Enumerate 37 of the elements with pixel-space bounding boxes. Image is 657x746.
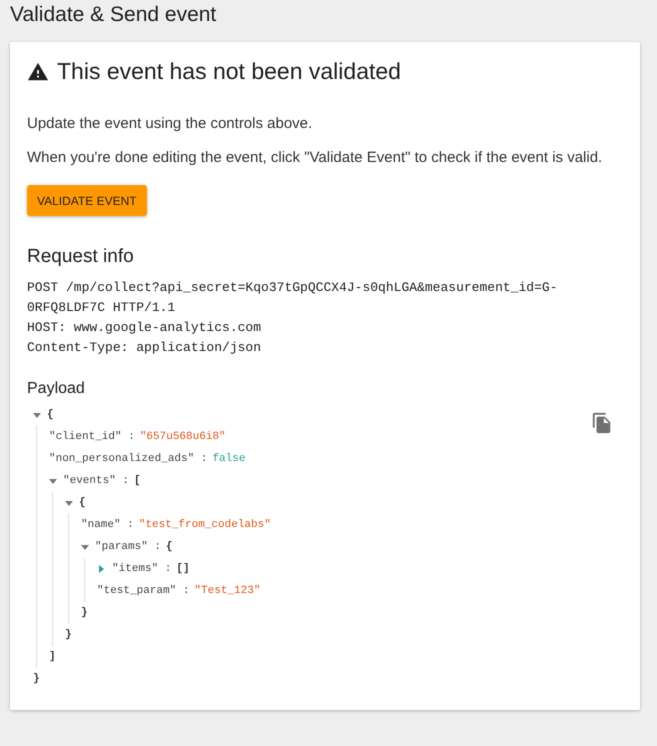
json-key: "items" : — [112, 563, 172, 575]
json-bracket: ] — [49, 651, 56, 663]
json-bracket: { — [166, 541, 173, 553]
request-line: POST /mp/collect?api_secret=Kqo37tGpQCCX4J-s0qhLGA&measurement_id=G-0RFQ8LDF7C HTTP/1.1 — [27, 279, 558, 317]
status-title: This event has not been validated — [57, 58, 401, 85]
json-value: "Test_123" — [194, 585, 260, 597]
collapse-caret-icon[interactable] — [81, 544, 89, 550]
instruction-text: When you're done editing the event, click "Validate Event" to check if the event is valid. — [27, 148, 604, 168]
expand-caret-icon[interactable] — [99, 565, 104, 573]
json-key: "name" : — [81, 519, 134, 531]
json-bracket: { — [79, 497, 86, 509]
json-bracket: [ — [134, 475, 141, 487]
json-key: "params" : — [95, 541, 162, 553]
page-title: Validate & Send event — [9, 2, 218, 28]
json-bracket: } — [65, 629, 72, 641]
json-bracket: } — [33, 673, 40, 685]
json-bracket: } — [81, 607, 88, 619]
section-heading: Request info — [27, 246, 135, 268]
collapse-caret-icon[interactable] — [33, 412, 41, 418]
json-bracket: [] — [176, 563, 190, 575]
collapse-caret-icon[interactable] — [49, 478, 57, 484]
collapse-caret-icon[interactable] — [65, 500, 73, 506]
json-value: "657u568u6i8" — [140, 431, 226, 443]
json-key: "events" : — [63, 475, 130, 487]
section-heading: Payload — [27, 380, 86, 398]
json-value: false — [212, 453, 246, 465]
json-key: "test_param" : — [97, 585, 190, 597]
validate-event-button[interactable]: VALIDATE EVENT — [27, 185, 147, 216]
json-value: "test_from_codelabs" — [138, 519, 271, 531]
copy-icon[interactable] — [591, 412, 613, 434]
request-line: HOST: www.google-analytics.com — [27, 319, 262, 337]
instruction-text: Update the event using the controls above. — [27, 114, 314, 134]
warning-icon — [27, 60, 49, 82]
json-key: "non_personalized_ads" : — [49, 453, 208, 465]
request-line: Content-Type: application/json — [27, 339, 262, 357]
json-key: "client_id" : — [49, 431, 135, 443]
json-bracket: { — [47, 409, 54, 421]
